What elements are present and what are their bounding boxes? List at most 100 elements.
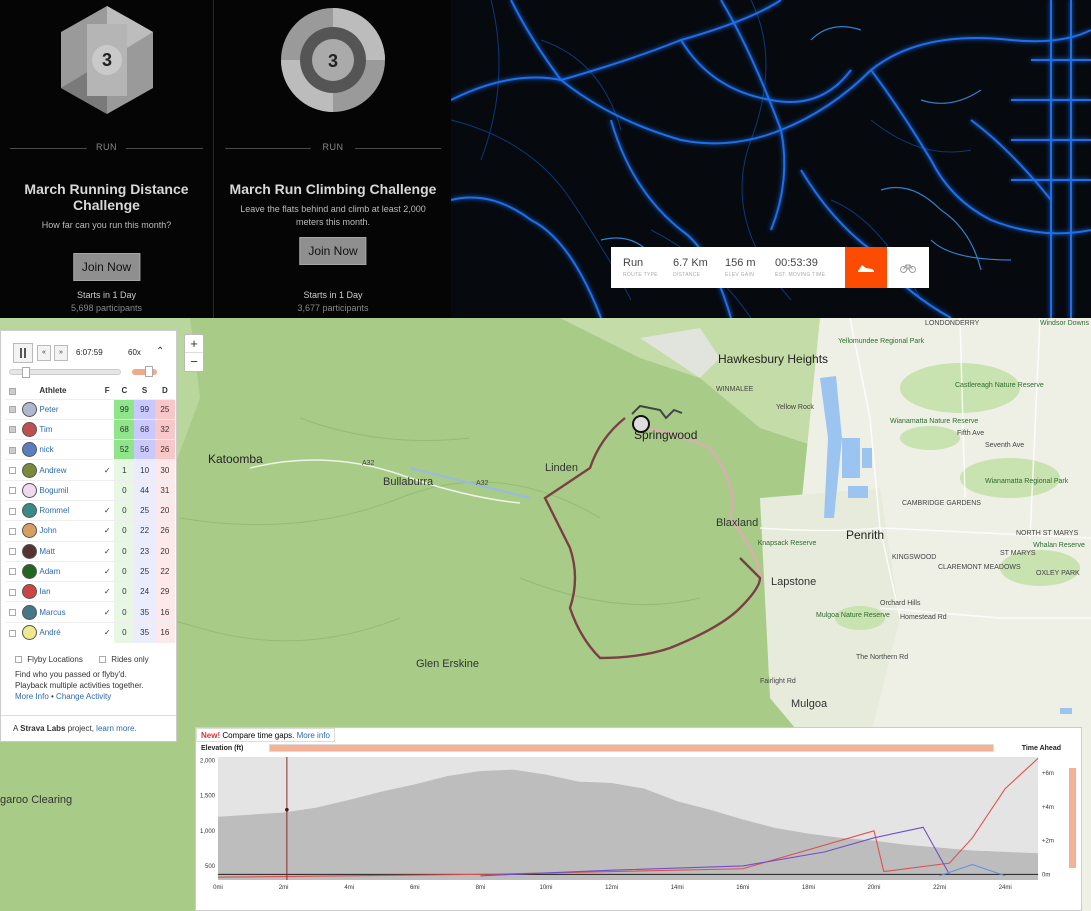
flyby-info: Find who you passed or flyby'd. Playback… (15, 669, 175, 702)
athlete-name[interactable]: Tim (39, 418, 101, 440)
athlete-checkbox[interactable] (8, 629, 16, 637)
athlete-name[interactable]: John (39, 520, 101, 542)
more-info-link[interactable]: More Info (15, 692, 49, 701)
athlete-name[interactable]: André (39, 621, 101, 643)
s-column-header: S (141, 386, 148, 396)
athlete-row[interactable]: Tim 68 68 32 (5, 418, 175, 440)
playback-speed[interactable]: 60x (128, 348, 141, 357)
place-yellow-rock: Yellow Rock (776, 404, 814, 411)
d-value: 20 (154, 540, 175, 562)
ride-type-button[interactable] (887, 247, 929, 288)
athlete-name[interactable]: Ian (39, 581, 101, 602)
athlete-row[interactable]: John ✓ 0 22 26 (5, 520, 175, 542)
elevation-chart[interactable]: 500 1,000 1,500 2,000 0mi 2mi 4mi 6mi 8mi 10mi 12m… (196, 728, 1083, 911)
s-value: 68 (134, 418, 155, 440)
athlete-row[interactable]: Matt ✓ 0 23 20 (5, 540, 175, 562)
x-tick-label: 22mi (933, 885, 946, 891)
road-seventh-ave: Seventh Ave (985, 442, 1025, 449)
flyby-locations-checkbox[interactable] (15, 656, 22, 664)
d-value: 29 (154, 581, 175, 602)
athlete-name[interactable]: Bogumil (39, 479, 101, 501)
athlete-row[interactable]: Marcus ✓ 0 35 16 (5, 601, 175, 623)
athlete-row[interactable]: nick 52 56 26 (5, 439, 175, 460)
park-castlereagh: Castlereagh Nature Reserve (955, 382, 1044, 389)
athlete-checkbox[interactable] (8, 426, 16, 434)
s-value: 99 (134, 398, 155, 420)
road-fairlight: Fairlight Rd (760, 678, 796, 685)
athlete-name[interactable]: Andrew (39, 459, 101, 481)
athlete-name[interactable]: Marcus (39, 601, 101, 623)
athlete-checkbox[interactable] (8, 548, 16, 556)
athlete-name[interactable]: Rommel (39, 499, 101, 521)
route-summary-bar: Run ROUTE TYPE 6.7 Km DISTANCE 156 m ELE… (611, 247, 929, 288)
athlete-row[interactable]: André ✓ 0 35 16 (5, 621, 175, 643)
athlete-name[interactable]: Peter (39, 398, 101, 420)
athlete-name[interactable]: nick (39, 439, 101, 460)
d-value: 32 (154, 418, 175, 440)
run-type-button[interactable] (845, 247, 887, 288)
x-tick-label: 16mi (736, 885, 749, 891)
play-pause-button[interactable] (13, 343, 33, 363)
s-value: 56 (134, 439, 155, 460)
learn-more-link[interactable]: learn more. (96, 724, 136, 733)
y2-tick-label: +2m (1042, 839, 1054, 845)
avatar (21, 564, 37, 580)
athlete-checkbox[interactable] (8, 446, 16, 454)
challenge-card-climbing: 3 RUN March Run Climbing Challenge Leave… (215, 0, 451, 318)
athlete-row[interactable]: Bogumil 0 44 31 (5, 479, 175, 501)
join-now-button[interactable]: Join Now (299, 237, 367, 265)
forward-button[interactable]: » (54, 345, 68, 361)
speed-slider-handle[interactable] (145, 366, 153, 377)
athlete-row[interactable]: Andrew ✓ 1 10 30 (5, 459, 175, 481)
athlete-checkbox[interactable] (8, 609, 16, 616)
playback-slider[interactable] (9, 367, 121, 378)
park-wianamatta-rp: Wianamatta Regional Park (985, 478, 1069, 485)
athlete-checkbox[interactable] (8, 588, 16, 596)
athlete-row[interactable]: Peter 99 99 25 (5, 398, 175, 420)
athlete-checkbox[interactable] (8, 507, 16, 515)
avatar (21, 401, 37, 417)
place-kangaroo-clearing: garoo Clearing (0, 794, 73, 806)
zoom-in-button[interactable]: + (185, 335, 203, 353)
park-knapsack: Knapsack Reserve (757, 540, 817, 547)
place-claremont-meadows: CLAREMONT MEADOWS (938, 564, 1021, 571)
rides-only-checkbox[interactable] (99, 656, 107, 664)
select-all-checkbox[interactable] (8, 387, 16, 395)
athlete-position-marker[interactable] (632, 415, 650, 433)
athlete-row[interactable]: Ian ✓ 0 24 29 (5, 581, 175, 602)
rewind-button[interactable]: « (37, 345, 51, 361)
challenge-title: March Run Climbing Challenge (229, 181, 437, 197)
zoom-out-button[interactable]: − (185, 353, 203, 371)
d-value: 22 (154, 560, 175, 582)
playback-slider-handle[interactable] (22, 367, 30, 378)
c-value: 0 (114, 499, 135, 521)
speed-slider[interactable] (132, 366, 157, 377)
athlete-name[interactable]: Adam (39, 560, 101, 582)
flyby-panel: « » 6:07:59 60x ⌃ Athlete F C S D Peter … (0, 330, 177, 742)
athlete-checkbox[interactable] (8, 527, 16, 535)
athlete-table: Athlete F C S D Peter 99 99 25 Tim 68 68 32 nick… (5, 383, 175, 643)
athlete-checkbox[interactable] (8, 466, 16, 474)
challenge-card-distance: 3 RUN March Running Distance Challenge H… (0, 0, 214, 318)
place-hawkesbury-heights: Hawkesbury Heights (718, 352, 829, 366)
athlete-checkbox[interactable] (8, 487, 16, 495)
join-now-button[interactable]: Join Now (72, 253, 141, 281)
athlete-row[interactable]: Rommel ✓ 0 25 20 (5, 499, 175, 521)
collapse-chevron-icon[interactable]: ⌃ (156, 346, 164, 357)
flyby-flag: ✓ (100, 581, 115, 602)
x-tick-label: 10mi (539, 885, 552, 891)
change-activity-link[interactable]: Change Activity (56, 692, 111, 701)
c-column-header: C (121, 386, 128, 396)
filter-options: Flyby Locations Rides only (15, 655, 149, 664)
athlete-row[interactable]: Adam ✓ 0 25 22 (5, 560, 175, 582)
athlete-name[interactable]: Matt (39, 540, 101, 562)
challenge-description: Leave the flats behind and climb at leas… (240, 204, 426, 227)
c-value: 52 (114, 439, 135, 460)
bike-icon (900, 264, 916, 273)
athlete-checkbox[interactable] (8, 568, 16, 576)
x-tick-label: 18mi (802, 885, 815, 891)
flyby-flag: ✓ (100, 601, 115, 623)
route-distance: 6.7 Km DISTANCE (673, 257, 708, 278)
athlete-checkbox[interactable] (8, 406, 16, 414)
d-value: 16 (154, 621, 175, 643)
